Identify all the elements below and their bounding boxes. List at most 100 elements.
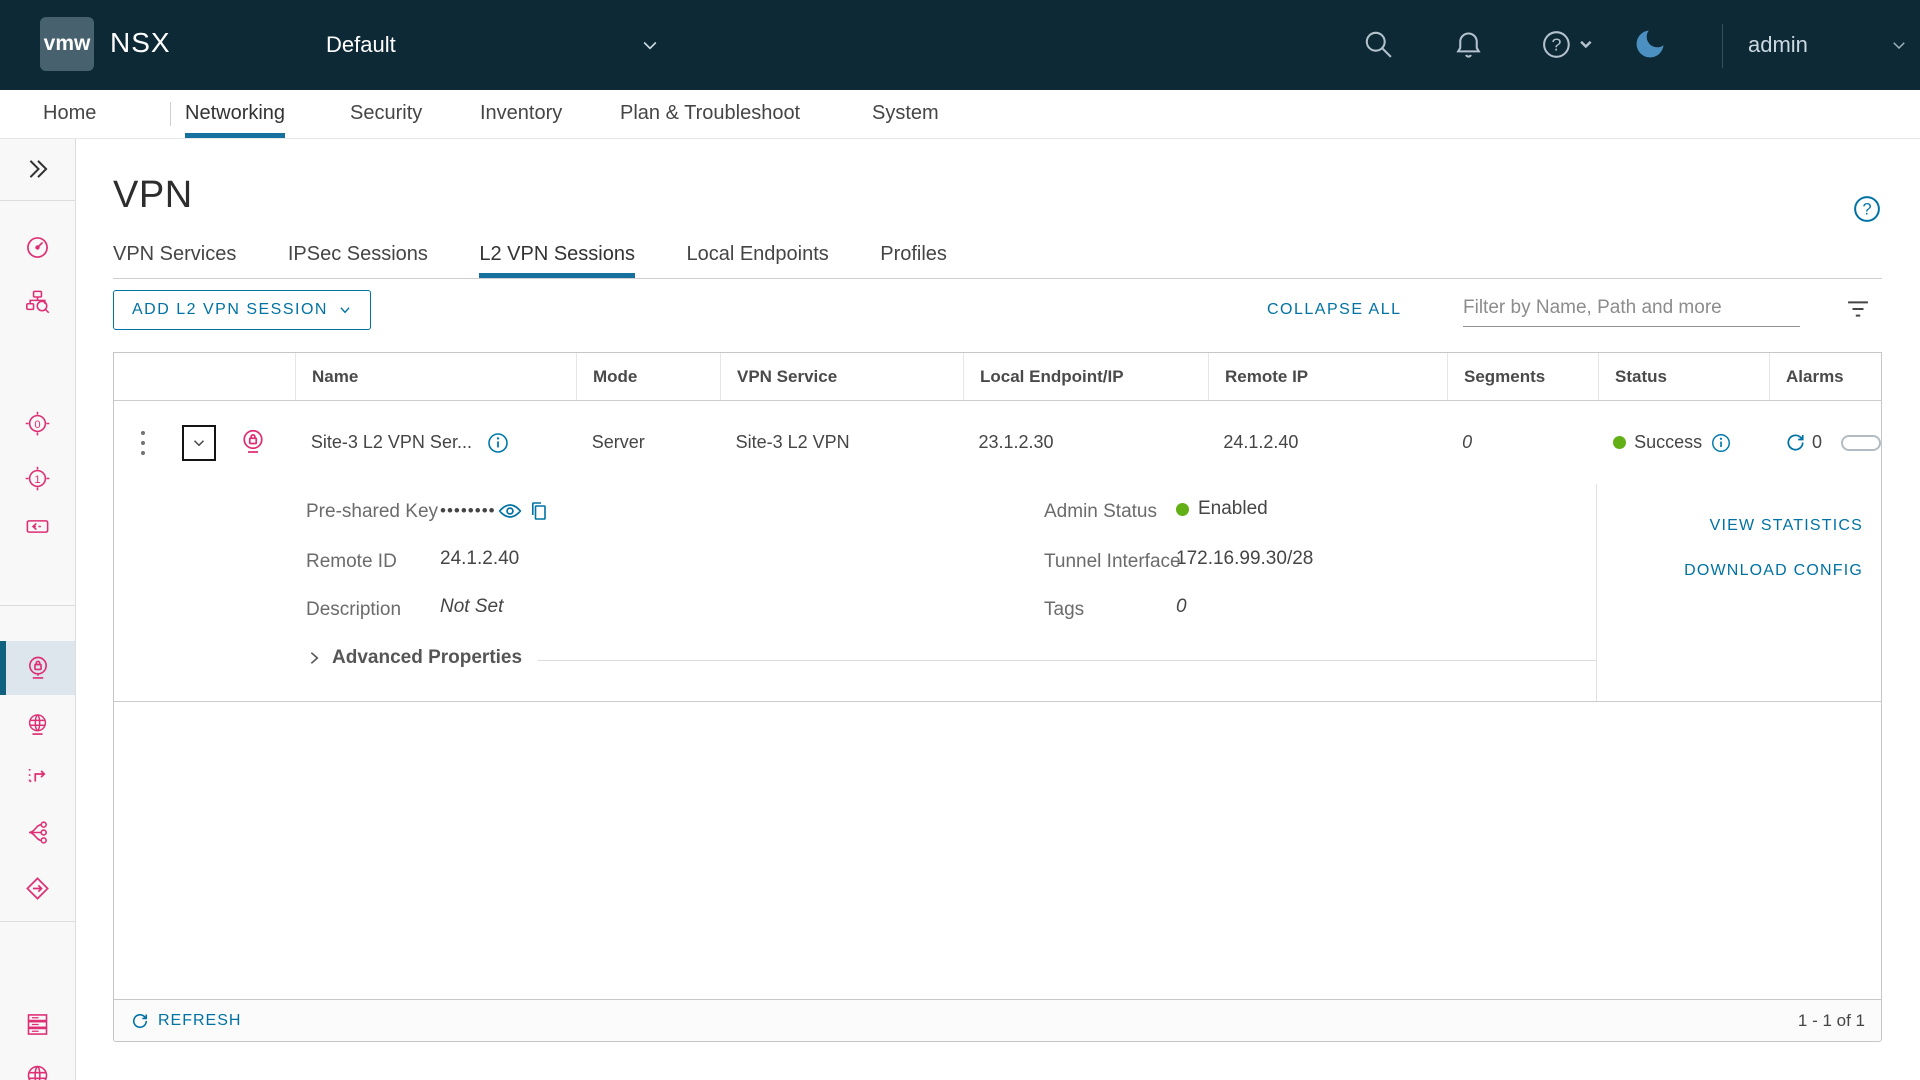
refresh-status-icon[interactable] bbox=[1784, 431, 1807, 454]
sidebar-item-vpn[interactable] bbox=[0, 641, 75, 695]
download-config-link[interactable]: DOWNLOAD CONFIG bbox=[1684, 562, 1863, 580]
collapse-all-button[interactable]: COLLAPSE ALL bbox=[1267, 301, 1402, 319]
column-alarms[interactable]: Alarms bbox=[1769, 353, 1881, 400]
table-header-row: Name Mode VPN Service Local Endpoint/IP … bbox=[114, 353, 1881, 401]
alarm-trend-pill bbox=[1841, 435, 1881, 451]
org-selector-value: Default bbox=[326, 32, 396, 58]
nav-security[interactable]: Security bbox=[350, 90, 422, 138]
chevron-down-icon bbox=[190, 434, 208, 452]
share-nodes-icon bbox=[24, 819, 51, 846]
refresh-icon bbox=[130, 1011, 150, 1031]
tab-l2-vpn-sessions[interactable]: L2 VPN Sessions bbox=[479, 235, 635, 278]
svg-text:?: ? bbox=[1551, 35, 1561, 55]
row-controls bbox=[114, 401, 295, 484]
chevron-down-icon bbox=[1890, 36, 1908, 54]
nav-system[interactable]: System bbox=[872, 90, 939, 138]
cell-mode: Server bbox=[576, 432, 720, 453]
vpn-lock-icon bbox=[24, 654, 52, 682]
row-details-panel: Pre-shared Key •••••••• Remote ID 24.1.2… bbox=[114, 484, 1881, 702]
tier0-gateway-icon: 0 bbox=[24, 410, 51, 437]
sidebar-item-load-balancing[interactable] bbox=[0, 751, 75, 805]
username: admin bbox=[1748, 32, 1808, 58]
nav-home[interactable]: Home bbox=[43, 90, 96, 138]
advanced-properties-toggle[interactable]: Advanced Properties bbox=[306, 647, 522, 669]
column-mode[interactable]: Mode bbox=[576, 353, 720, 400]
sidebar-item-dns[interactable] bbox=[0, 1048, 75, 1080]
svg-text:?: ? bbox=[1862, 201, 1871, 219]
vmware-logo[interactable]: vmw bbox=[40, 17, 94, 71]
help-menu-icon[interactable]: ? bbox=[1540, 28, 1592, 61]
sidebar-item-ip-address-pools[interactable] bbox=[0, 997, 75, 1051]
show-key-eye-icon[interactable] bbox=[497, 498, 523, 524]
info-icon[interactable] bbox=[486, 431, 510, 455]
sidebar-item-nat[interactable] bbox=[0, 697, 75, 751]
cell-remote-ip: 24.1.2.40 bbox=[1207, 432, 1446, 453]
refresh-button[interactable]: REFRESH bbox=[130, 1011, 241, 1031]
dark-mode-moon-icon[interactable] bbox=[1632, 26, 1665, 59]
field-label: Pre-shared Key bbox=[306, 501, 438, 523]
networking-sidebar: 0 1 bbox=[0, 138, 76, 1080]
diamond-arrow-icon bbox=[24, 875, 51, 902]
column-local-endpoint[interactable]: Local Endpoint/IP bbox=[963, 353, 1208, 400]
chevron-down-icon bbox=[338, 303, 352, 317]
view-statistics-link[interactable]: VIEW STATISTICS bbox=[1710, 517, 1863, 535]
org-selector-dropdown[interactable]: Default bbox=[326, 0, 660, 90]
sidebar-divider bbox=[0, 605, 75, 606]
sidebar-item-tier1-gateways[interactable]: 1 bbox=[0, 451, 75, 505]
sidebar-item-segments[interactable] bbox=[0, 499, 75, 553]
cell-local-endpoint: 23.1.2.30 bbox=[962, 432, 1207, 453]
session-name[interactable]: Site-3 L2 VPN Ser... bbox=[311, 432, 472, 453]
cell-segments[interactable]: 0 bbox=[1446, 432, 1597, 453]
column-remote-ip[interactable]: Remote IP bbox=[1208, 353, 1447, 400]
filter-icon[interactable] bbox=[1844, 298, 1872, 320]
tab-local-endpoints[interactable]: Local Endpoints bbox=[686, 235, 828, 278]
nav-networking[interactable]: Networking bbox=[185, 90, 285, 138]
sidebar-item-tier0-gateways[interactable]: 0 bbox=[0, 396, 75, 450]
tab-vpn-services[interactable]: VPN Services bbox=[113, 235, 236, 278]
enabled-green-dot bbox=[1176, 503, 1189, 516]
description-value: Not Set bbox=[440, 596, 503, 618]
nav-inventory[interactable]: Inventory bbox=[480, 90, 562, 138]
gauge-icon bbox=[24, 234, 51, 261]
alarm-count[interactable]: 0 bbox=[1812, 432, 1822, 453]
pagination-label: 1 - 1 of 1 bbox=[1798, 1011, 1865, 1031]
status-info-icon[interactable] bbox=[1710, 432, 1732, 454]
tunnel-interface-value: 172.16.99.30/28 bbox=[1176, 548, 1313, 570]
page-help-icon[interactable]: ? bbox=[1852, 194, 1882, 224]
product-name: NSX bbox=[110, 27, 171, 59]
notifications-bell-icon[interactable] bbox=[1452, 28, 1485, 61]
cell-name: Site-3 L2 VPN Ser... bbox=[295, 431, 576, 455]
svg-text:0: 0 bbox=[34, 418, 40, 430]
sidebar-item-network-overview[interactable] bbox=[0, 220, 75, 274]
chevron-down-icon bbox=[640, 35, 660, 55]
search-icon[interactable] bbox=[1362, 28, 1395, 61]
add-l2-vpn-session-button[interactable]: ADD L2 VPN SESSION bbox=[113, 290, 371, 330]
sidebar-item-forwarding-policies[interactable] bbox=[0, 805, 75, 859]
column-vpn-service[interactable]: VPN Service bbox=[720, 353, 963, 400]
copy-key-icon[interactable] bbox=[527, 499, 551, 523]
cell-vpn-service: Site-3 L2 VPN bbox=[720, 432, 963, 453]
column-status[interactable]: Status bbox=[1598, 353, 1769, 400]
tab-ipsec-sessions[interactable]: IPSec Sessions bbox=[288, 235, 428, 278]
filter-input[interactable] bbox=[1463, 290, 1800, 326]
sidebar-item-network-topology[interactable] bbox=[0, 274, 75, 328]
active-indicator bbox=[0, 641, 6, 695]
advanced-divider-line bbox=[538, 660, 1596, 661]
header-divider bbox=[1722, 24, 1723, 68]
row-expander-toggle[interactable] bbox=[182, 425, 216, 461]
tab-profiles[interactable]: Profiles bbox=[880, 235, 947, 278]
nav-plan-troubleshoot[interactable]: Plan & Troubleshoot bbox=[620, 90, 800, 138]
nav-divider bbox=[170, 102, 171, 126]
details-divider bbox=[1596, 484, 1597, 701]
user-menu[interactable]: admin bbox=[1748, 0, 1908, 90]
topology-search-icon bbox=[24, 288, 51, 315]
table-footer: REFRESH 1 - 1 of 1 bbox=[114, 999, 1881, 1041]
column-controls bbox=[114, 353, 295, 400]
chevron-right-icon bbox=[306, 650, 322, 666]
column-name[interactable]: Name bbox=[295, 353, 576, 400]
app-header: vmw NSX Default ? admin bbox=[0, 0, 1920, 90]
sidebar-item-evpn[interactable] bbox=[0, 861, 75, 915]
column-segments[interactable]: Segments bbox=[1447, 353, 1598, 400]
row-menu-kebab-icon[interactable] bbox=[136, 428, 150, 458]
sidebar-expand-button[interactable] bbox=[0, 138, 75, 200]
